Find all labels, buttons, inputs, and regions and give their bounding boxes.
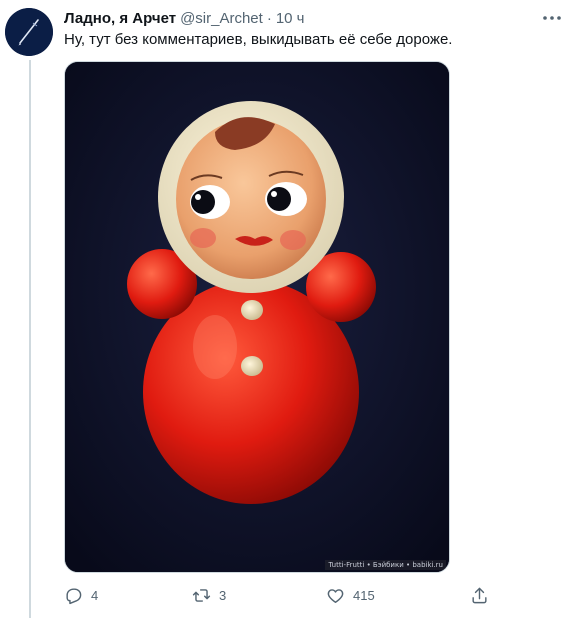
reply-count: 4: [91, 587, 99, 603]
heart-icon: [327, 588, 344, 603]
like-count: 415: [353, 587, 375, 603]
tweet-header: Ладно, я Арчет @sir_Archet · 10 ч: [64, 8, 304, 28]
more-button[interactable]: [541, 9, 563, 27]
image-watermark: Tutti-Frutti • Бэйбики • babiki.ru: [325, 560, 446, 570]
tweet-image[interactable]: Tutti-Frutti • Бэйбики • babiki.ru: [64, 61, 450, 573]
share-button[interactable]: [470, 583, 489, 607]
reply-icon: [66, 587, 82, 604]
user-handle[interactable]: @sir_Archet: [180, 10, 263, 27]
tweet-actions: 4 3 415: [64, 583, 494, 607]
pen-avatar-icon: [5, 8, 53, 56]
share-icon: [472, 587, 487, 603]
timestamp[interactable]: 10 ч: [276, 10, 305, 27]
retweet-button[interactable]: 3: [192, 583, 226, 607]
separator-dot: ·: [266, 9, 272, 27]
display-name[interactable]: Ладно, я Арчет: [64, 10, 176, 27]
roly-poly-doll-photo: [65, 62, 449, 572]
avatar[interactable]: [5, 8, 53, 56]
retweet-icon: [192, 588, 211, 602]
more-icon: [543, 16, 561, 20]
thread-line: [29, 60, 31, 618]
like-button[interactable]: 415: [326, 583, 375, 607]
tweet-text: Ну, тут без комментариев, выкидывать её …: [64, 31, 453, 48]
reply-button[interactable]: 4: [64, 583, 98, 607]
retweet-count: 3: [219, 587, 227, 603]
